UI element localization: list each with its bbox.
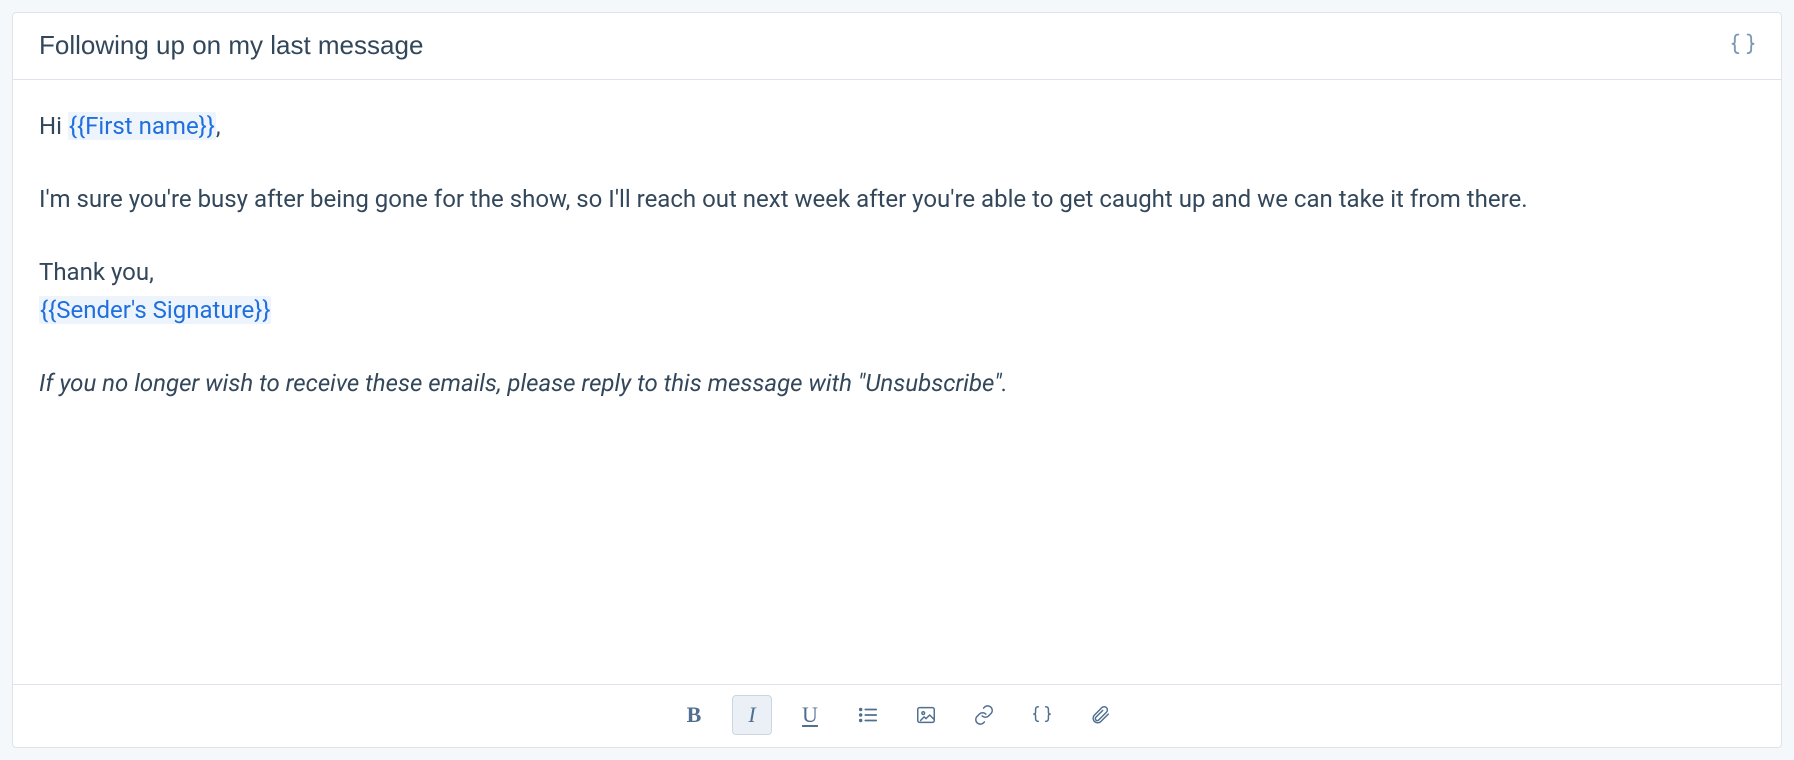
bullet-list-icon [857, 704, 879, 726]
body-paragraph-1: I'm sure you're busy after being gone fo… [39, 181, 1755, 218]
signature-token[interactable]: {{Sender's Signature}} [39, 296, 271, 324]
formatting-toolbar: B I U [13, 684, 1781, 747]
underline-button[interactable]: U [790, 695, 830, 735]
greeting-suffix: , [216, 112, 221, 140]
unsubscribe-line: If you no longer wish to receive these e… [39, 365, 1755, 402]
insert-token-subject-button[interactable] [1727, 29, 1759, 61]
insert-image-button[interactable] [906, 695, 946, 735]
insert-link-button[interactable] [964, 695, 1004, 735]
attachment-button[interactable] [1080, 695, 1120, 735]
link-icon [973, 704, 995, 726]
bold-icon: B [687, 702, 702, 728]
italic-icon: I [748, 702, 755, 728]
image-icon [915, 704, 937, 726]
italic-button[interactable]: I [732, 695, 772, 735]
greeting-prefix: Hi [39, 112, 68, 140]
email-body-editor[interactable]: Hi {{First name}}, I'm sure you're busy … [13, 80, 1781, 684]
greeting-line: Hi {{First name}}, [39, 108, 1755, 145]
paperclip-icon [1089, 704, 1111, 726]
subject-input[interactable] [39, 30, 1727, 61]
signature-line: {{Sender's Signature}} [39, 292, 1755, 329]
closing-line: Thank you, [39, 254, 1755, 291]
bold-button[interactable]: B [674, 695, 714, 735]
braces-icon [1729, 31, 1757, 59]
braces-icon [1031, 704, 1053, 726]
email-editor: Hi {{First name}}, I'm sure you're busy … [12, 12, 1782, 748]
first-name-token[interactable]: {{First name}} [68, 112, 216, 140]
subject-row [13, 13, 1781, 80]
bullet-list-button[interactable] [848, 695, 888, 735]
underline-icon: U [802, 702, 818, 728]
insert-token-button[interactable] [1022, 695, 1062, 735]
